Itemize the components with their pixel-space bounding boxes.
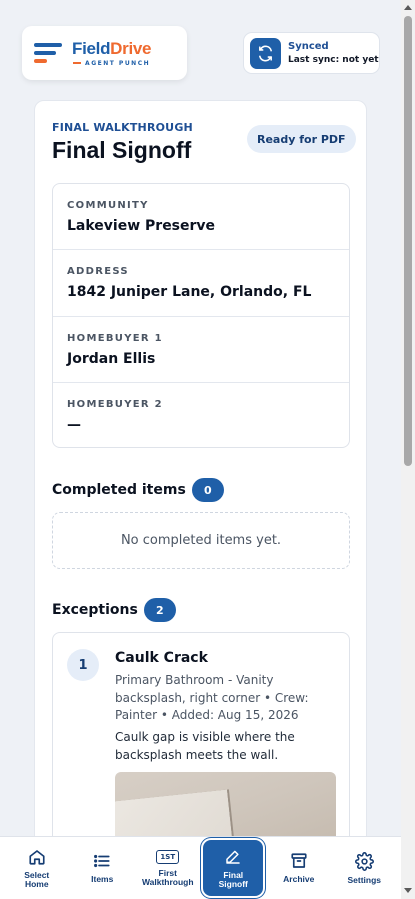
pen-icon bbox=[226, 850, 240, 864]
info-value: Lakeview Preserve bbox=[67, 218, 216, 234]
nav-label: Settings bbox=[347, 874, 382, 885]
signoff-card: FINAL WALKTHROUGH Final Signoff Ready fo… bbox=[34, 100, 367, 899]
nav-archive[interactable]: Archive bbox=[269, 840, 329, 896]
brand-logo: FieldDrive AGENT PUNCH bbox=[22, 26, 187, 80]
info-row-homebuyer-2: HOMEBUYER 2 — bbox=[53, 383, 349, 447]
sync-detail: Last sync: not yet bbox=[288, 55, 379, 65]
nav-label: Select Home bbox=[24, 869, 50, 889]
nav-select-home[interactable]: Select Home bbox=[7, 840, 67, 896]
nav-label: Final Signoff bbox=[218, 869, 248, 889]
sync-status: Synced bbox=[288, 41, 329, 52]
info-label: HOMEBUYER 1 bbox=[67, 332, 163, 344]
scroll-up-icon[interactable] bbox=[404, 5, 412, 10]
info-label: ADDRESS bbox=[67, 266, 129, 278]
page-eyebrow: FINAL WALKTHROUGH bbox=[52, 121, 193, 134]
exception-number: 1 bbox=[67, 649, 99, 681]
scrollbar-thumb[interactable] bbox=[404, 16, 412, 466]
info-row-homebuyer-1: HOMEBUYER 1 Jordan Ellis bbox=[53, 317, 349, 383]
list-icon bbox=[94, 854, 110, 868]
completed-count-badge: 0 bbox=[191, 478, 224, 502]
info-label: COMMUNITY bbox=[67, 200, 149, 211]
nav-label: First Walkthrough bbox=[141, 867, 194, 887]
bottom-nav: Select Home Items 1ST First Walkthrough … bbox=[0, 836, 401, 899]
status-badge: Ready for PDF bbox=[247, 125, 356, 153]
sync-icon bbox=[250, 37, 281, 69]
completed-empty-state: No completed items yet. bbox=[52, 512, 350, 569]
exceptions-count-badge: 2 bbox=[143, 598, 176, 622]
home-icon bbox=[29, 849, 45, 865]
info-value: Jordan Ellis bbox=[67, 350, 156, 367]
info-label: HOMEBUYER 2 bbox=[67, 398, 163, 410]
scroll-down-icon[interactable] bbox=[404, 888, 412, 893]
logo-mark-icon bbox=[34, 42, 64, 64]
nav-settings[interactable]: Settings bbox=[334, 840, 394, 896]
gear-icon bbox=[354, 851, 374, 871]
archive-icon bbox=[291, 853, 307, 868]
completed-items-heading: Completed items 0 bbox=[52, 478, 224, 502]
sync-status-button[interactable]: Synced Last sync: not yet bbox=[243, 32, 380, 74]
home-info-box: COMMUNITY Lakeview Preserve ADDRESS 1842… bbox=[52, 183, 350, 448]
info-row-address: ADDRESS 1842 Juniper Lane, Orlando, FL bbox=[53, 250, 349, 317]
nav-label: Archive bbox=[283, 874, 315, 884]
info-row-community: COMMUNITY Lakeview Preserve bbox=[53, 184, 349, 251]
exception-description: Caulk gap is visible where the backsplas… bbox=[115, 730, 295, 762]
page-title: Final Signoff bbox=[52, 137, 192, 163]
exception-title: Caulk Crack bbox=[115, 650, 208, 666]
info-value: 1842 Juniper Lane, Orlando, FL bbox=[67, 284, 312, 301]
first-walkthrough-icon: 1ST bbox=[156, 849, 180, 864]
exception-meta: Primary Bathroom - Vanity backsplash, ri… bbox=[115, 673, 309, 722]
nav-items[interactable]: Items bbox=[72, 840, 132, 896]
info-value: — bbox=[67, 416, 81, 433]
brand-tagline: AGENT PUNCH bbox=[73, 60, 150, 67]
exceptions-heading: Exceptions 2 bbox=[52, 598, 176, 622]
page-scrollbar[interactable] bbox=[401, 0, 415, 899]
nav-first-walkthrough[interactable]: 1ST First Walkthrough bbox=[138, 840, 198, 896]
nav-final-signoff[interactable]: Final Signoff bbox=[203, 840, 264, 896]
nav-label: Items bbox=[91, 874, 114, 884]
exceptions-title: Exceptions bbox=[52, 602, 138, 618]
app-root: FieldDrive AGENT PUNCH Synced Last sync:… bbox=[0, 0, 401, 899]
completed-items-title: Completed items bbox=[52, 482, 186, 498]
brand-name: FieldDrive bbox=[72, 38, 152, 58]
